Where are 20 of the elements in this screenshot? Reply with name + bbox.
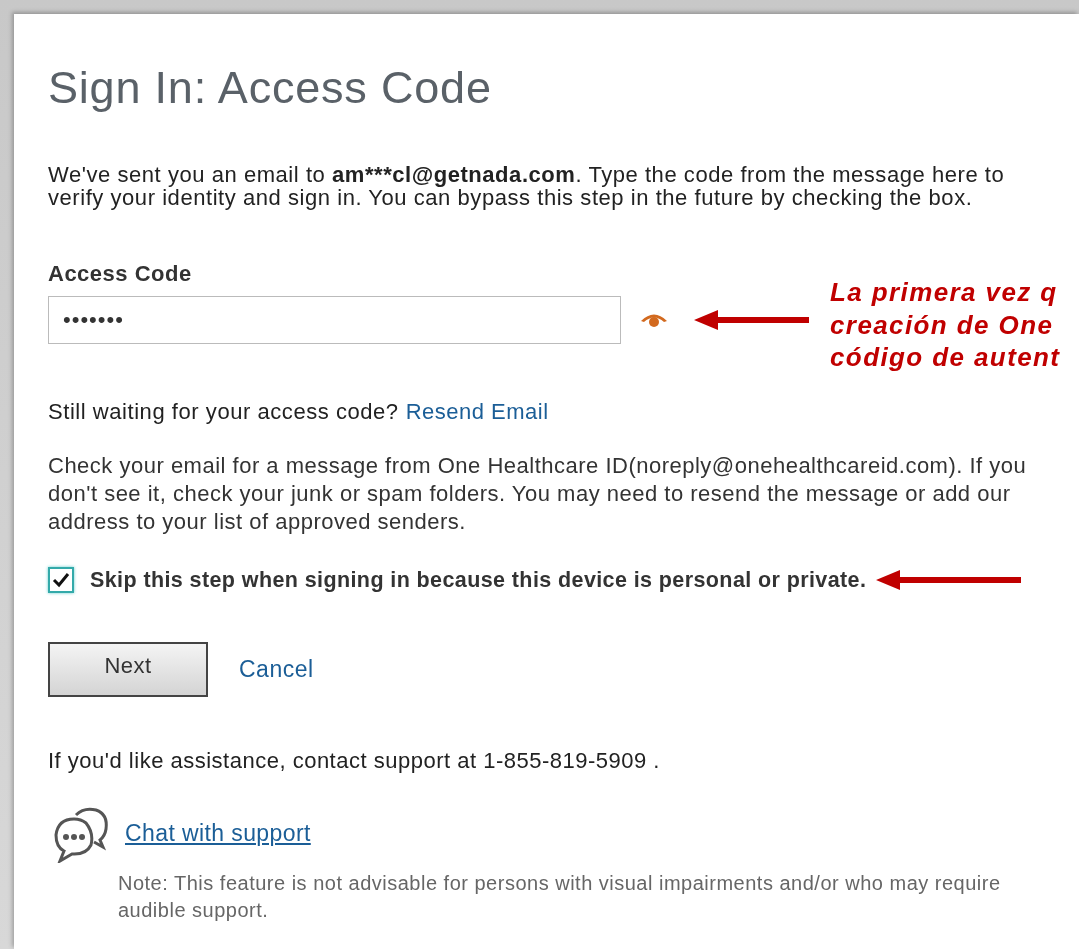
chat-link[interactable]: Chat with support — [125, 820, 311, 846]
help-text: Check your email for a message from One Healthcare ID(noreply@onehealthcareid.com). If you don't see it, check your junk or spam folders. You may need to resend the message or add our address to your list of approved senders. — [48, 452, 1028, 536]
checkmark-icon — [52, 571, 70, 589]
checkbox[interactable] — [48, 567, 74, 593]
assistance-text: If you'd like assistance, contact support at 1-855-819-5909 . — [48, 748, 661, 774]
note-text: Note: This feature is not advisable for persons with visual impairments and/or who may require audible support. — [118, 871, 1002, 923]
cancel-link[interactable]: Cancel — [239, 656, 314, 683]
page-title: Sign In: Access Code — [48, 65, 493, 111]
chat-bubbles-icon — [52, 805, 110, 863]
arrow-icon — [876, 569, 1022, 591]
intro-text: We've sent you an email to am***cl@getnada.com. Type the code from the message here to verify your identity and sign in. You can bypass this step in the future by checking the box. — [48, 163, 1006, 209]
arrow-icon — [694, 309, 809, 331]
access-code-field[interactable]: ••••••• — [48, 296, 621, 344]
next-button[interactable]: Next — [48, 642, 208, 697]
eye-icon[interactable] — [640, 312, 668, 328]
annotation-text: La primera vez q creación de One código de autent — [830, 276, 1061, 374]
field-label: Access Code — [48, 262, 193, 286]
prompt-text: Still waiting for your access code? — [48, 399, 399, 425]
resend-email-link[interactable]: Resend Email — [405, 399, 549, 425]
checkbox-label: Skip this step when signing in because this device is personal or private. — [90, 567, 867, 593]
